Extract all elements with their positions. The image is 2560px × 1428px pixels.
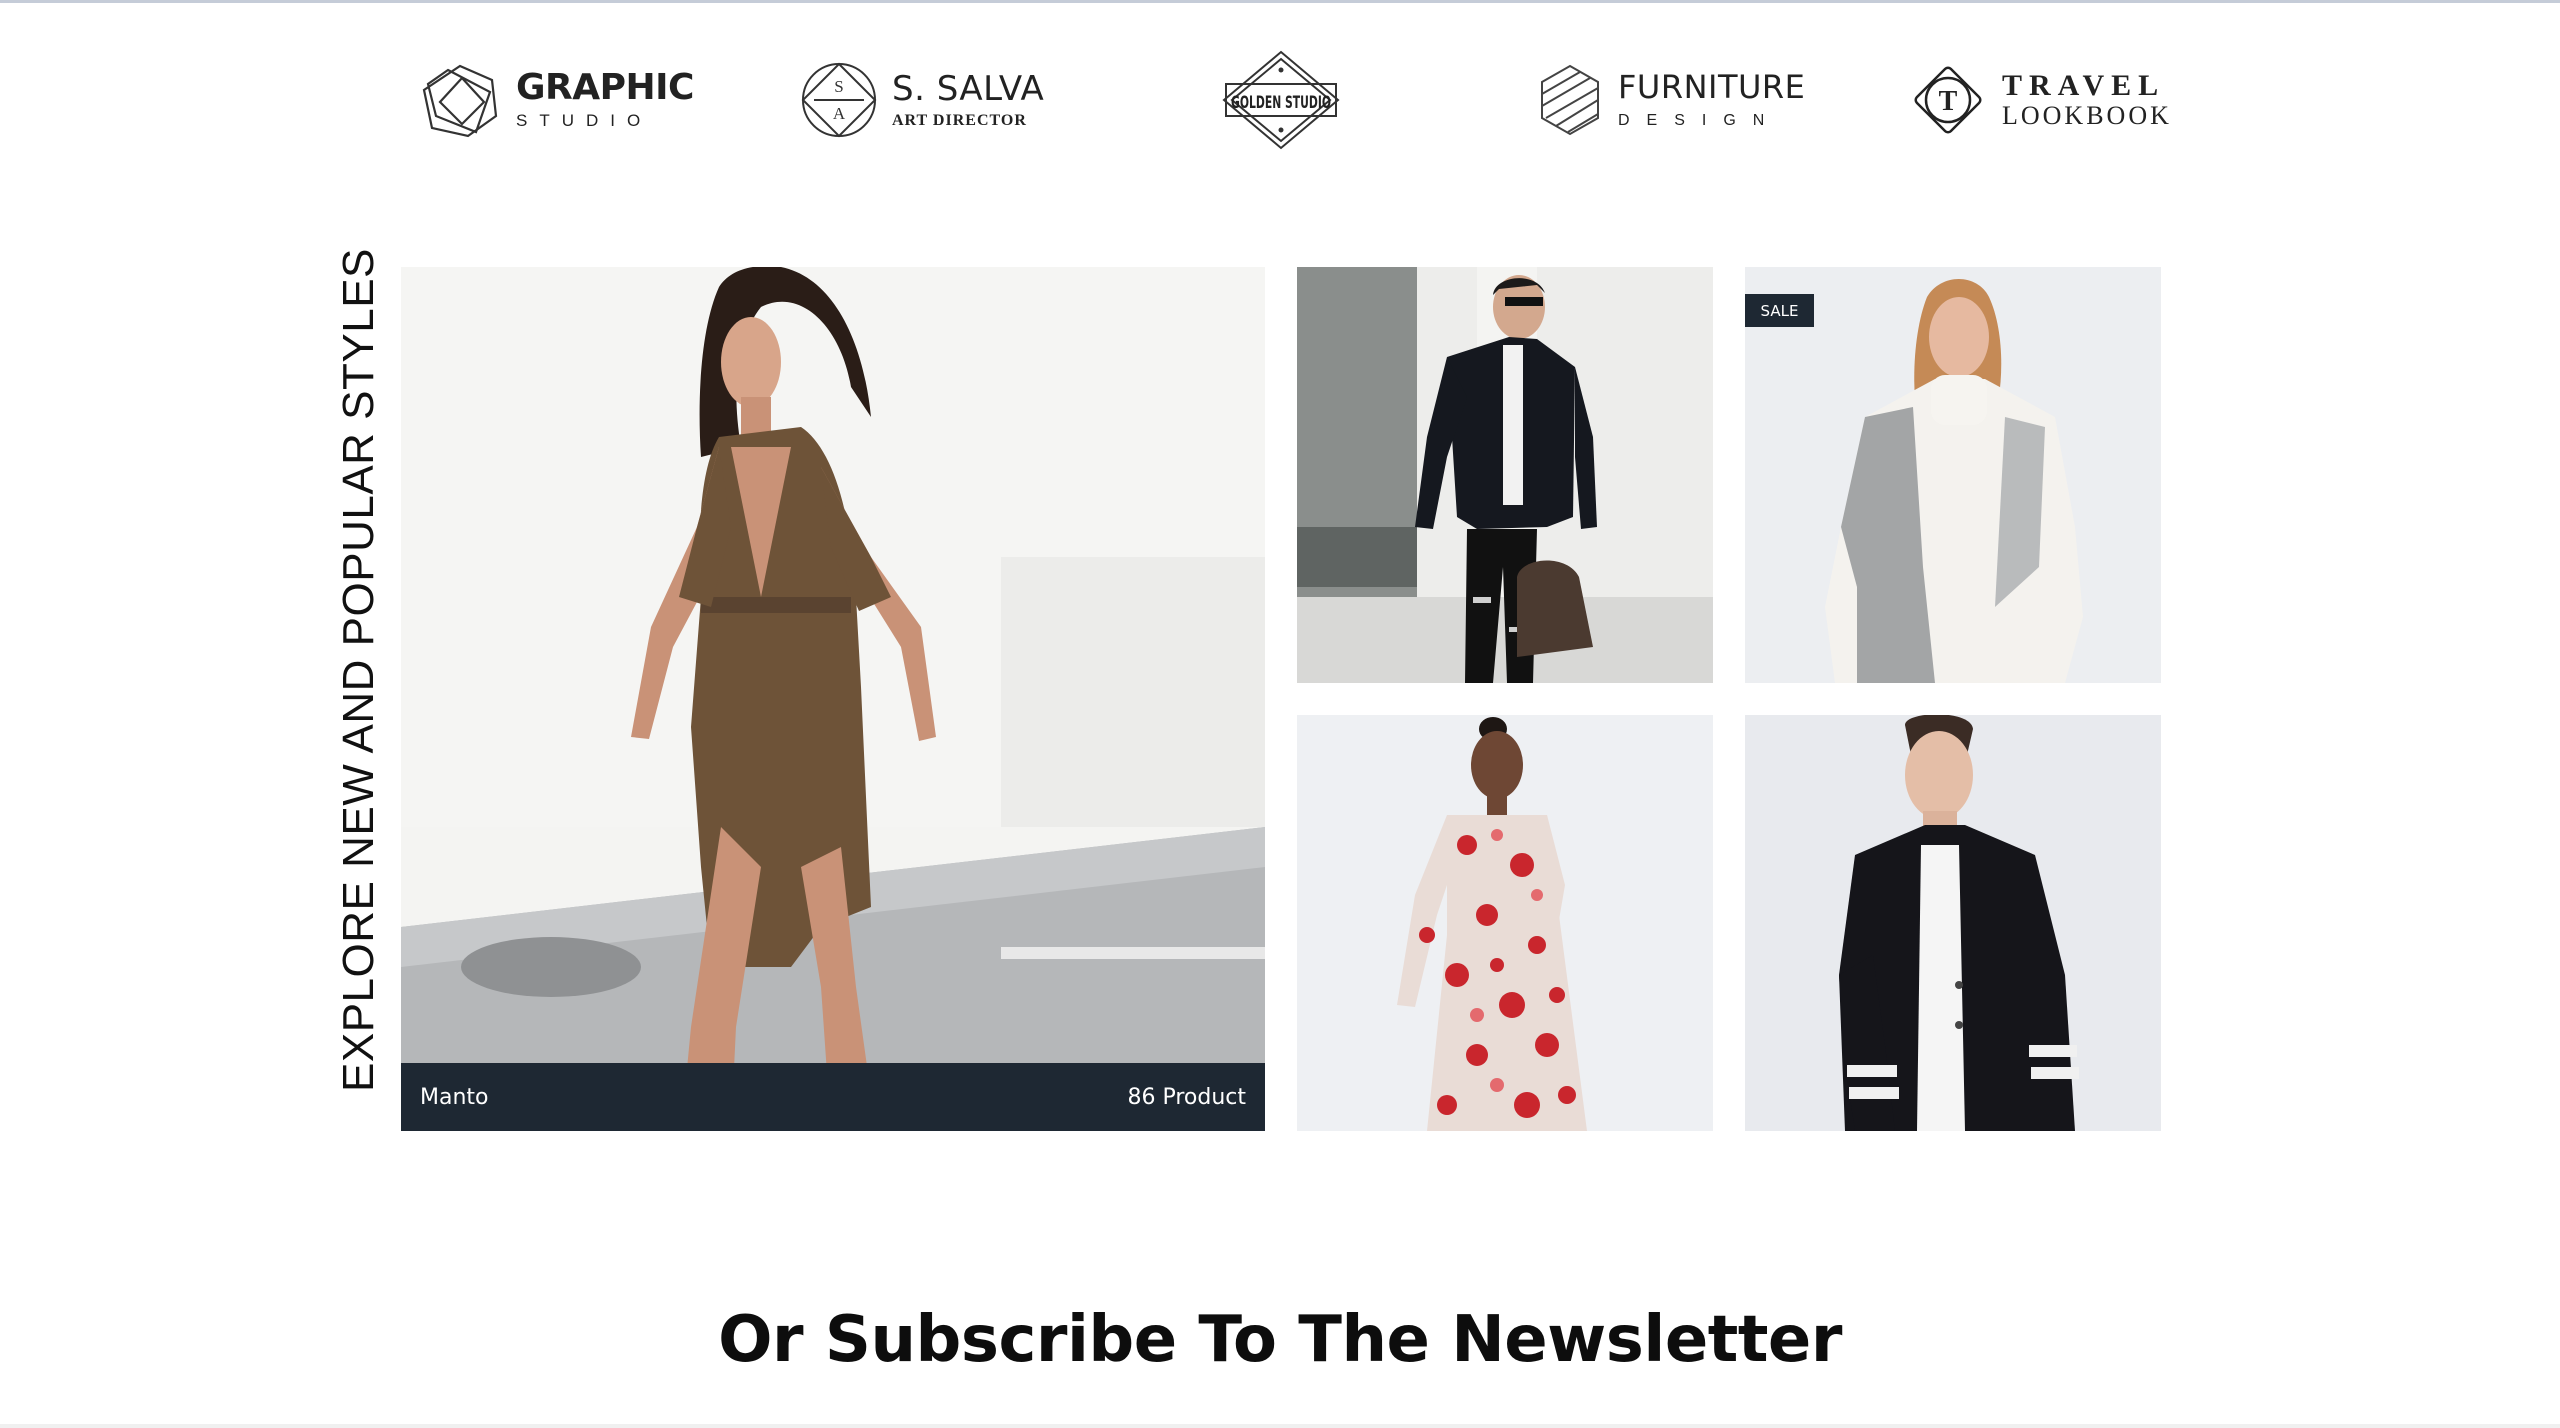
furniture-logo-title: FURNITURE — [1618, 68, 1806, 106]
woman-brown-dress-photo — [401, 267, 1265, 1131]
monogram-bottom-letter: A — [833, 104, 846, 123]
geometric-polygon-icon — [422, 64, 498, 138]
graphic-logo-subtitle: STUDIO — [516, 111, 653, 130]
diamond-t-icon: T — [1914, 66, 1982, 134]
salva-logo-subtitle: ART DIRECTOR — [892, 112, 1027, 129]
monogram-circle-icon: S A — [801, 62, 877, 138]
travel-monogram-letter: T — [1939, 86, 1958, 117]
bottom-edge — [0, 1424, 2560, 1428]
category-product-count: 86 Product — [1127, 1084, 1246, 1110]
category-card-floral-dress[interactable] — [1297, 715, 1713, 1131]
logo-s-salva[interactable]: S A S. SALVA ART DIRECTOR — [800, 50, 1044, 150]
travel-logo-title: TRAVEL — [2002, 69, 2166, 102]
category-card-men-jacket[interactable] — [1297, 267, 1713, 683]
man-black-jacket-photo — [1297, 267, 1713, 683]
logo-travel-lookbook[interactable]: T TRAVEL LOOKBOOK — [1906, 50, 2172, 150]
woman-floral-dress-photo — [1297, 715, 1713, 1131]
explore-section-title: EXPLORE NEW AND POPULAR STYLES — [334, 248, 383, 1092]
sale-badge: SALE — [1745, 294, 1814, 327]
featured-category-card[interactable]: Manto 86 Product — [401, 267, 1265, 1131]
man-knit-cardigan-photo — [1745, 715, 2161, 1131]
category-name: Manto — [420, 1084, 489, 1110]
monogram-top-letter: S — [834, 77, 843, 96]
hexagon-stripes-icon — [1541, 64, 1599, 136]
woman-white-cardigan-photo — [1745, 267, 2161, 683]
brand-logos-row: GRAPHIC STUDIO S A S. SALVA ART DIRECTOR — [0, 0, 2560, 200]
category-card-men-cardigan[interactable] — [1745, 715, 2161, 1131]
furniture-logo-subtitle: DESIGN — [1618, 112, 1782, 129]
golden-studio-badge-icon: GOLDEN STUDIO — [1222, 50, 1340, 150]
travel-logo-subtitle: LOOKBOOK — [2002, 101, 2172, 130]
category-card-women-cardigan[interactable]: SALE — [1745, 267, 2161, 683]
newsletter-heading: Or Subscribe To The Newsletter — [718, 1303, 1842, 1377]
logo-graphic-studio[interactable]: GRAPHIC STUDIO — [418, 50, 694, 150]
logo-furniture-design[interactable]: FURNITURE DESIGN — [1540, 50, 1805, 150]
featured-card-caption: Manto 86 Product — [401, 1063, 1265, 1131]
logo-golden-studio[interactable]: GOLDEN STUDIO — [1222, 50, 1340, 150]
graphic-logo-title: GRAPHIC — [516, 67, 694, 108]
salva-logo-title: S. SALVA — [892, 69, 1045, 109]
golden-studio-text: GOLDEN STUDIO — [1231, 93, 1331, 113]
